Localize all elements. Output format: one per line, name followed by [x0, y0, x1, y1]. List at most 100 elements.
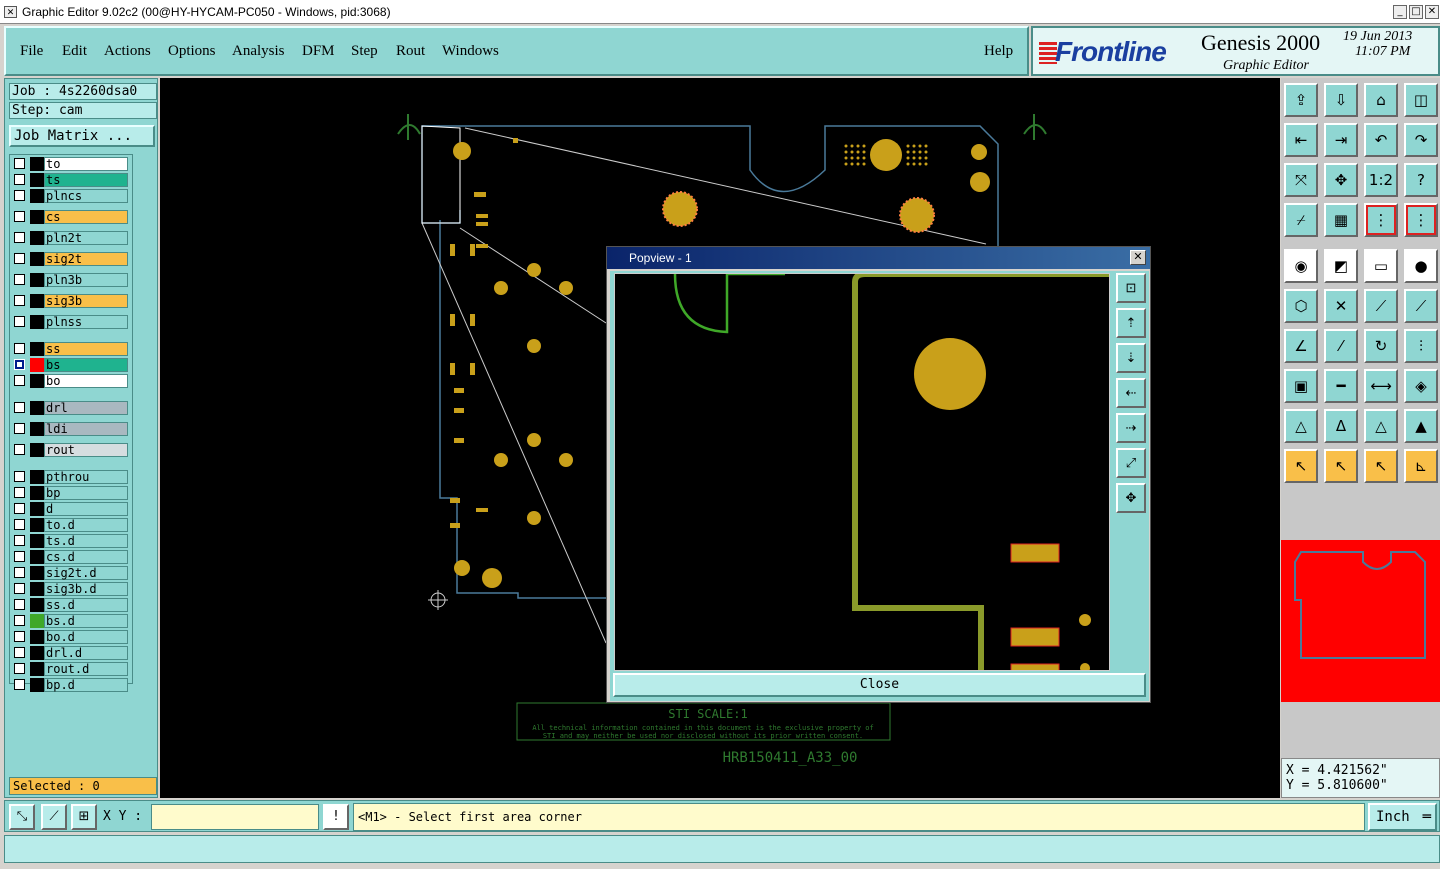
ruler-icon[interactable]: ⌿ — [1284, 203, 1318, 237]
layer-checkbox[interactable] — [14, 471, 25, 482]
route-select-b-icon[interactable]: ⋮ — [1404, 203, 1438, 237]
layer-checkbox[interactable] — [14, 615, 25, 626]
layer-checkbox[interactable] — [14, 535, 25, 546]
layer-color-swatch[interactable] — [30, 678, 44, 692]
connect-nodes-icon[interactable]: ⬡ — [1284, 289, 1318, 323]
layer-color-swatch[interactable] — [30, 294, 44, 308]
layer-checkbox[interactable] — [14, 174, 25, 185]
layer-checkbox[interactable] — [14, 487, 25, 498]
layer-checkbox[interactable] — [14, 551, 25, 562]
layer-color-swatch[interactable] — [30, 231, 44, 245]
layer-name[interactable]: bo.d — [44, 630, 128, 644]
layer-name[interactable]: plncs — [44, 189, 128, 203]
layer-row-sig3b-d[interactable]: sig3b.d — [12, 582, 132, 596]
pad-add-icon[interactable]: ◉ — [1284, 249, 1318, 283]
layer-color-swatch[interactable] — [30, 566, 44, 580]
line-edit-icon[interactable]: ⟋ — [1404, 289, 1438, 323]
popview-zoom-in-icon[interactable]: ⤢ — [1116, 448, 1146, 478]
layer-color-swatch[interactable] — [30, 422, 44, 436]
layer-checkbox[interactable] — [14, 232, 25, 243]
measure-bar-icon[interactable]: ▭ — [1364, 249, 1398, 283]
dimension-icon[interactable]: ⟷ — [1364, 369, 1398, 403]
layer-color-swatch[interactable] — [30, 401, 44, 415]
polygon-d-icon[interactable]: ▲ — [1404, 409, 1438, 443]
layer-checkbox[interactable] — [14, 375, 25, 386]
layer-row-sig2t-d[interactable]: sig2t.d — [12, 566, 132, 580]
layer-row-bp[interactable]: bp — [12, 486, 132, 500]
layer-row-to-d[interactable]: to.d — [12, 518, 132, 532]
popview-zoom-fit-icon[interactable]: ⊡ — [1116, 273, 1146, 303]
layer-checkbox[interactable] — [14, 567, 25, 578]
layer-color-swatch[interactable] — [30, 358, 44, 372]
feature-add-icon[interactable]: ▣ — [1284, 369, 1318, 403]
layer-name[interactable]: rout.d — [44, 662, 128, 676]
layer-name[interactable]: ss — [44, 342, 128, 356]
layer-color-swatch[interactable] — [30, 210, 44, 224]
layer-name[interactable]: ss.d — [44, 598, 128, 612]
help-icon[interactable]: ? — [1404, 163, 1438, 197]
slash-line-icon[interactable]: ⁄ — [1324, 329, 1358, 363]
layer-color-swatch[interactable] — [30, 518, 44, 532]
menu-actions[interactable]: Actions — [104, 43, 151, 60]
popview-close-x[interactable]: ✕ — [1130, 250, 1146, 265]
polygon-b-icon[interactable]: Δ — [1324, 409, 1358, 443]
window-split-icon[interactable]: ◫ — [1404, 83, 1438, 117]
layer-color-swatch[interactable] — [30, 534, 44, 548]
delete-node-icon[interactable]: ✕ — [1324, 289, 1358, 323]
xy-input[interactable] — [151, 804, 319, 830]
layer-color-swatch[interactable] — [30, 470, 44, 484]
layer-row-pthrou[interactable]: pthrou — [12, 470, 132, 484]
layer-color-swatch[interactable] — [30, 315, 44, 329]
layer-name[interactable]: cs — [44, 210, 128, 224]
layer-row-rout[interactable]: rout — [12, 443, 132, 457]
layer-row-ldi[interactable]: ldi — [12, 422, 132, 436]
layer-color-swatch[interactable] — [30, 173, 44, 187]
layer-checkbox[interactable] — [14, 647, 25, 658]
layer-color-swatch[interactable] — [30, 582, 44, 596]
layer-row-plncs[interactable]: plncs — [12, 189, 132, 203]
layer-row-drl-d[interactable]: drl.d — [12, 646, 132, 660]
units-selector[interactable]: Inch ═ — [1368, 803, 1437, 831]
layer-color-swatch[interactable] — [30, 662, 44, 676]
line-add-icon[interactable]: ⟋ — [1364, 289, 1398, 323]
popview-pan-right-icon[interactable]: ⇢ — [1116, 413, 1146, 443]
layer-row-bp-d[interactable]: bp.d — [12, 678, 132, 692]
menu-edit[interactable]: Edit — [62, 43, 87, 60]
line-draw-icon[interactable]: ◩ — [1324, 249, 1358, 283]
select-box-icon[interactable]: ↖ — [1324, 449, 1358, 483]
layer-color-swatch[interactable] — [30, 157, 44, 171]
layer-name[interactable]: pln2t — [44, 231, 128, 245]
layer-row-pln2t[interactable]: pln2t — [12, 231, 132, 245]
layer-row-bo-d[interactable]: bo.d — [12, 630, 132, 644]
layer-checkbox[interactable] — [14, 274, 25, 285]
layer-checkbox[interactable] — [14, 519, 25, 530]
redo-icon[interactable]: ↷ — [1404, 123, 1438, 157]
grid-view-icon[interactable]: ▦ — [1324, 203, 1358, 237]
layer-checkbox[interactable] — [14, 423, 25, 434]
close-button[interactable]: ✕ — [1425, 5, 1439, 19]
layer-row-bo[interactable]: bo — [12, 374, 132, 388]
layer-checkbox[interactable] — [14, 253, 25, 264]
layer-name[interactable]: plnss — [44, 315, 128, 329]
menu-windows[interactable]: Windows — [442, 43, 499, 60]
maximize-button[interactable]: □ — [1409, 5, 1423, 19]
layer-color-swatch[interactable] — [30, 486, 44, 500]
layer-color-swatch[interactable] — [30, 342, 44, 356]
layer-checkbox[interactable] — [14, 343, 25, 354]
symbol-edit-icon[interactable]: ⫶ — [1404, 329, 1438, 363]
layer-checkbox[interactable] — [14, 679, 25, 690]
layer-checkbox[interactable] — [14, 211, 25, 222]
layer-name[interactable]: bs — [44, 358, 128, 372]
layer-name[interactable]: pthrou — [44, 470, 128, 484]
layer-name[interactable]: rout — [44, 443, 128, 457]
menu-step[interactable]: Step — [351, 43, 378, 60]
layer-color-swatch[interactable] — [30, 630, 44, 644]
menu-options[interactable]: Options — [168, 43, 216, 60]
layer-name[interactable]: ts — [44, 173, 128, 187]
zoom-center-icon[interactable]: ✥ — [1324, 163, 1358, 197]
scale-1-1-icon[interactable]: 1:2 — [1364, 163, 1398, 197]
layer-name[interactable]: cs.d — [44, 550, 128, 564]
layer-color-swatch[interactable] — [30, 374, 44, 388]
popview-pan-down-icon[interactable]: ⇣ — [1116, 343, 1146, 373]
home-icon[interactable]: ⌂ — [1364, 83, 1398, 117]
